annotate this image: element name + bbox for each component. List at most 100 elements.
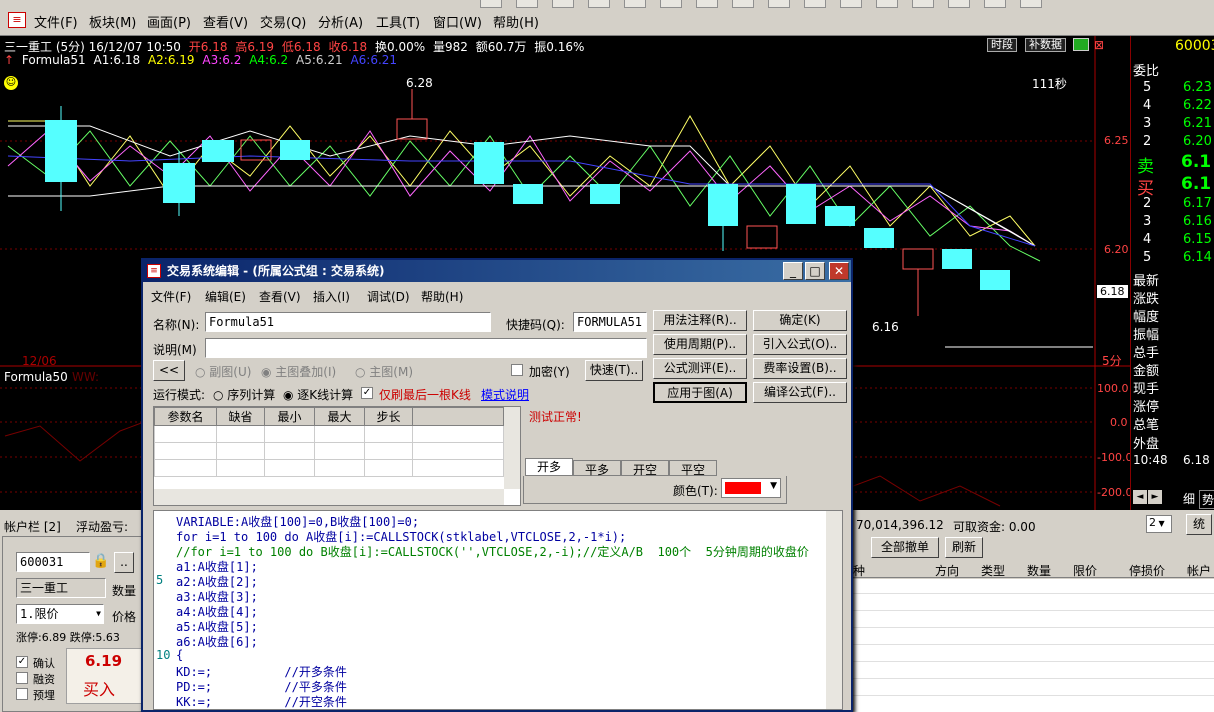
account-select[interactable]: 2 ▼ [1146,515,1172,533]
toolbar-icon[interactable] [624,0,646,8]
dialog-menu-view[interactable]: 查看(V) [259,288,301,305]
cancel-all-button[interactable]: 全部撤单 [871,537,939,558]
tab-detail[interactable]: 细 [1183,490,1195,507]
order-type-select[interactable]: 1.限价 ▼ [16,604,104,624]
tab-close-short[interactable]: 平空 [669,460,717,477]
smiley-icon[interactable]: ☺ [4,76,18,90]
period-label: 5分 [1102,354,1122,368]
dialog-menu-help[interactable]: 帮助(H) [421,288,463,305]
code-editor[interactable]: VARIABLE:A收盘[100]=0,B收盘[100]=0; for i=1 t… [153,510,843,710]
orders-table-body[interactable] [853,579,1214,712]
usage-notes-button[interactable]: 用法注释(R).. [653,310,747,331]
toolbar-icon[interactable] [804,0,826,8]
preset-checkbox[interactable] [16,688,28,700]
more-button[interactable]: .. [114,552,134,573]
toolbar-icon[interactable] [948,0,970,8]
apply-to-chart-button[interactable]: 应用于图(A) [653,382,747,403]
ok-button[interactable]: 确定(K) [753,310,847,331]
description-input[interactable] [205,338,647,358]
col-header[interactable]: 限价 [1073,562,1097,579]
scroll-right-button[interactable]: ► [1148,490,1162,504]
menu-window[interactable]: 窗口(W) [433,12,482,31]
toolbar-icon[interactable] [480,0,502,8]
tab-open-short[interactable]: 开空 [621,460,669,477]
col-header[interactable]: 帐户 [1187,562,1211,579]
name-input[interactable]: Formula51 [205,312,491,332]
buy-button[interactable]: 6.19 买入 [66,648,142,704]
lock-icon[interactable]: ⊠ [1094,38,1104,52]
fee-settings-button[interactable]: 费率设置(B).. [753,358,847,379]
col-header[interactable]: 方向 [935,562,959,579]
quick-button[interactable]: 快速(T).. [585,360,643,381]
radio-sequence-calc[interactable]: ○ 序列计算 [213,386,275,403]
last-bar-checkbox[interactable]: ✓ [361,387,373,399]
menu-help[interactable]: 帮助(H) [493,12,539,31]
tab-close-long[interactable]: 平多 [573,460,621,477]
tab-open-long[interactable]: 开多 [525,458,573,476]
mode-help-link[interactable]: 模式说明 [481,386,529,403]
col-header[interactable]: 数量 [1027,562,1051,579]
toolbar-icon[interactable] [876,0,898,8]
dialog-titlebar[interactable]: 交易系统编辑 - (所属公式组 : 交易系统) [143,260,851,282]
menu-view[interactable]: 查看(V) [203,12,248,31]
lock-icon[interactable]: 🔒 [92,553,110,571]
radio-per-bar-calc[interactable]: ◉ 逐K线计算 [283,386,353,403]
params-vscrollbar[interactable] [504,407,520,489]
toolbar-icon[interactable] [768,0,790,8]
toolbar-icon[interactable] [516,0,538,8]
import-formula-button[interactable]: 引入公式(O).. [753,334,847,355]
chart-tool-icon[interactable] [1073,38,1089,51]
collapse-button[interactable]: << [153,360,185,381]
time-segment-button[interactable]: 时段 [987,38,1017,52]
compile-formula-button[interactable]: 编译公式(F).. [753,382,847,403]
menu-file[interactable]: 文件(F) [34,12,78,31]
params-hscrollbar[interactable] [154,489,504,505]
close-button[interactable]: ✕ [829,262,849,280]
dialog-menu-debug[interactable]: 调试(D) [367,288,410,305]
encrypt-checkbox[interactable] [511,364,523,376]
toolbar-icon[interactable] [840,0,862,8]
menu-view-page[interactable]: 画面(P) [147,12,191,31]
radio-main[interactable]: ○ 主图(M) [355,363,413,380]
use-period-button[interactable]: 使用周期(P).. [653,334,747,355]
toolbar-icon[interactable] [552,0,574,8]
dialog-menu-edit[interactable]: 编辑(E) [205,288,246,305]
tab-trend[interactable]: 势 [1199,490,1214,509]
code-vscrollbar[interactable] [826,511,842,709]
shortcut-input[interactable]: FORMULA51 [573,312,647,332]
fill-data-button[interactable]: 补数据 [1025,38,1066,52]
scroll-left-button[interactable]: ◄ [1133,490,1147,504]
menu-trade[interactable]: 交易(Q) [260,12,306,31]
toolbar-icon[interactable] [984,0,1006,8]
dialog-menu-insert[interactable]: 插入(I) [313,288,350,305]
radio-subchart[interactable]: ○ 副图(U) [195,363,251,380]
toolbar-icon[interactable] [588,0,610,8]
toolbar-icon[interactable] [912,0,934,8]
sub-formula-name: Formula50 [4,370,68,384]
menu-tools[interactable]: 工具(T) [376,12,420,31]
col-header[interactable]: 停损价 [1129,562,1165,579]
col-header[interactable]: 种 [853,562,865,579]
params-table[interactable]: 参数名 缺省 最小 最大 步长 [153,406,521,506]
col-header[interactable]: 类型 [981,562,1005,579]
dialog-menu-file[interactable]: 文件(F) [151,288,191,305]
float-pl-label: 浮动盈亏: [76,520,129,534]
confirm-checkbox[interactable]: ✓ [16,656,28,668]
sub-axis-label: -100.0 [1097,451,1133,464]
toolbar-icon[interactable] [1020,0,1042,8]
formula-test-button[interactable]: 公式测评(E).. [653,358,747,379]
refresh-button[interactable]: 刷新 [945,537,983,558]
color-select[interactable]: ▼ [721,478,781,498]
margin-checkbox[interactable] [16,672,28,684]
minimize-button[interactable]: _ [783,262,803,280]
stock-code-input[interactable]: 600031 [16,552,90,572]
maximize-button[interactable]: □ [805,262,825,280]
menu-sector[interactable]: 板块(M) [89,12,136,31]
toolbar-icon[interactable] [696,0,718,8]
toolbar-icon[interactable] [660,0,682,8]
tong-button[interactable]: 统 [1186,514,1212,535]
chevron-down-icon: ▼ [96,609,101,618]
radio-main-overlay[interactable]: ◉ 主图叠加(I) [261,363,336,380]
toolbar-icon[interactable] [732,0,754,8]
menu-analysis[interactable]: 分析(A) [318,12,363,31]
